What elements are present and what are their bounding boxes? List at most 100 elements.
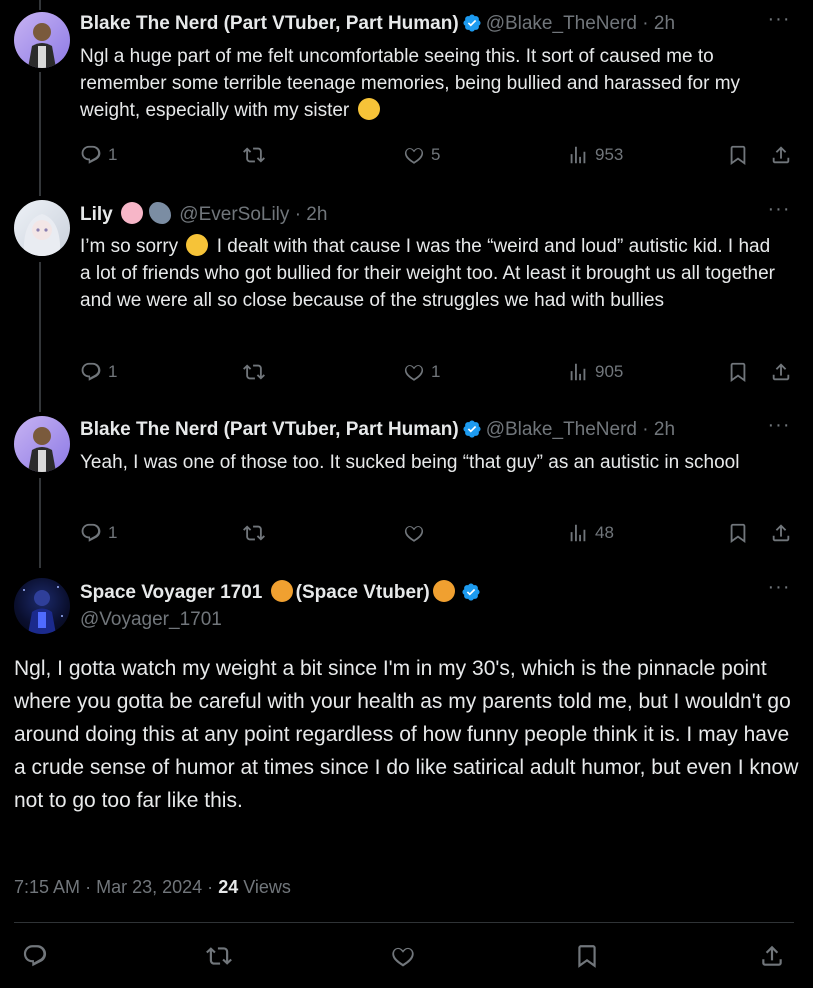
focused-tweet: Space Voyager 1701 (Space Vtuber) @Voyag… [0, 568, 813, 988]
tweet-actions: 1 48 [80, 520, 800, 546]
share-icon [772, 363, 790, 381]
more-options-icon[interactable]: ··· [767, 9, 791, 36]
tweet-text: Ngl, I gotta watch my weight a bit since… [14, 657, 799, 812]
views-button[interactable]: 48 [567, 520, 614, 546]
repost-button[interactable] [243, 520, 265, 546]
reply-tweet[interactable]: Lily @EverSoLily · 2h ··· I’m so sorry I… [0, 190, 813, 406]
more-options-icon[interactable]: ··· [767, 577, 791, 604]
like-button[interactable]: 5 [403, 142, 440, 168]
bookmark-icon [578, 945, 596, 968]
share-button[interactable] [770, 142, 792, 168]
heart-icon [392, 947, 414, 967]
action-bar [0, 936, 813, 976]
display-name[interactable]: Blake The Nerd (Part VTuber, Part Human) [80, 13, 459, 34]
separator-dot: · [85, 877, 92, 897]
bookmark-button[interactable] [727, 520, 749, 546]
timestamp[interactable]: 7:15 AM [14, 877, 80, 897]
like-button[interactable]: 1 [403, 359, 440, 385]
handle[interactable]: @Blake_TheNerd [486, 419, 637, 440]
reply-icon [81, 362, 101, 381]
cherry-blossom-icon [121, 202, 144, 224]
like-button[interactable] [383, 936, 423, 976]
separator-dot: · [294, 204, 302, 225]
ringed-planet-icon [432, 580, 455, 602]
tweet-subheader: @Voyager_1701 [80, 608, 753, 632]
repost-icon [243, 147, 265, 163]
views-icon [570, 524, 586, 542]
reply-count: 1 [108, 145, 118, 164]
reply-button[interactable]: 1 [80, 142, 117, 168]
repost-icon [243, 525, 265, 541]
avatar[interactable] [14, 12, 70, 68]
reply-button[interactable] [15, 936, 55, 976]
views-button[interactable]: 905 [567, 359, 623, 385]
divider [14, 922, 794, 923]
avatar[interactable] [14, 200, 70, 256]
verified-badge-icon [463, 14, 481, 32]
handle[interactable]: @EverSoLily [179, 204, 289, 225]
handle[interactable]: @Voyager_1701 [80, 609, 222, 630]
separator-dot: · [207, 877, 214, 897]
reply-icon [23, 945, 47, 967]
repost-button[interactable] [199, 936, 239, 976]
heart-icon [404, 365, 424, 381]
reply-count: 1 [108, 523, 118, 542]
reply-tweet[interactable]: Blake The Nerd (Part VTuber, Part Human)… [0, 406, 813, 568]
reply-button[interactable]: 1 [80, 520, 117, 546]
repost-button[interactable] [243, 142, 265, 168]
repost-button[interactable] [243, 359, 265, 385]
bookmark-icon [730, 523, 746, 544]
tweet-meta: 7:15 AM · Mar 23, 2024 · 24 Views [14, 877, 291, 898]
timestamp[interactable]: 2h [654, 419, 675, 440]
more-options-icon[interactable]: ··· [767, 415, 791, 442]
verified-badge-icon [462, 583, 480, 601]
views-icon [570, 363, 586, 381]
tweet-header: Blake The Nerd (Part VTuber, Part Human)… [80, 418, 753, 442]
tweet-text: Ngl a huge part of me felt uncomfortable… [80, 46, 741, 121]
tweet-actions: 1 1 905 [80, 359, 800, 385]
handle[interactable]: @Blake_TheNerd [486, 13, 637, 34]
repost-icon [206, 947, 232, 965]
reply-icon [81, 145, 101, 164]
display-name[interactable]: Space Voyager 1701 (Space Vtuber) [80, 580, 458, 603]
share-icon [772, 146, 790, 164]
bookmark-icon [730, 145, 746, 166]
views-count: 953 [595, 145, 624, 164]
display-name[interactable]: Lily [80, 204, 113, 225]
heart-icon [404, 526, 424, 542]
bookmark-button[interactable] [727, 142, 749, 168]
share-button[interactable] [770, 359, 792, 385]
views-count: 905 [595, 362, 624, 381]
reply-button[interactable]: 1 [80, 359, 117, 385]
share-icon [762, 945, 782, 966]
share-button[interactable] [752, 936, 792, 976]
tweet-text: Yeah, I was one of those too. It sucked … [80, 452, 740, 473]
views-button[interactable]: 953 [567, 142, 623, 168]
display-name[interactable]: Blake The Nerd (Part VTuber, Part Human) [80, 419, 459, 440]
tweet-header: Lily @EverSoLily · 2h [80, 202, 753, 226]
views-count: 24 [218, 877, 239, 897]
timestamp[interactable]: 2h [306, 204, 327, 225]
like-count: 5 [431, 145, 441, 164]
avatar[interactable] [14, 416, 70, 472]
like-count: 1 [431, 362, 441, 381]
avatar[interactable] [14, 578, 70, 634]
views-label: Views [243, 877, 291, 897]
bookmark-button[interactable] [727, 359, 749, 385]
shark-icon [149, 202, 172, 224]
verified-badge-icon [463, 420, 481, 438]
bookmark-icon [730, 362, 746, 383]
views-icon [570, 146, 586, 164]
views-count: 48 [595, 523, 614, 542]
separator-dot: · [642, 13, 649, 34]
heart-icon [404, 148, 424, 164]
bookmark-button[interactable] [567, 936, 607, 976]
reply-tweet[interactable]: Blake The Nerd (Part VTuber, Part Human)… [0, 0, 813, 190]
like-button[interactable] [403, 520, 431, 546]
share-icon [772, 524, 790, 542]
face-with-hand-over-mouth-icon [357, 98, 380, 120]
timestamp[interactable]: 2h [654, 13, 675, 34]
date[interactable]: Mar 23, 2024 [96, 877, 202, 897]
more-options-icon[interactable]: ··· [767, 199, 791, 226]
share-button[interactable] [770, 520, 792, 546]
